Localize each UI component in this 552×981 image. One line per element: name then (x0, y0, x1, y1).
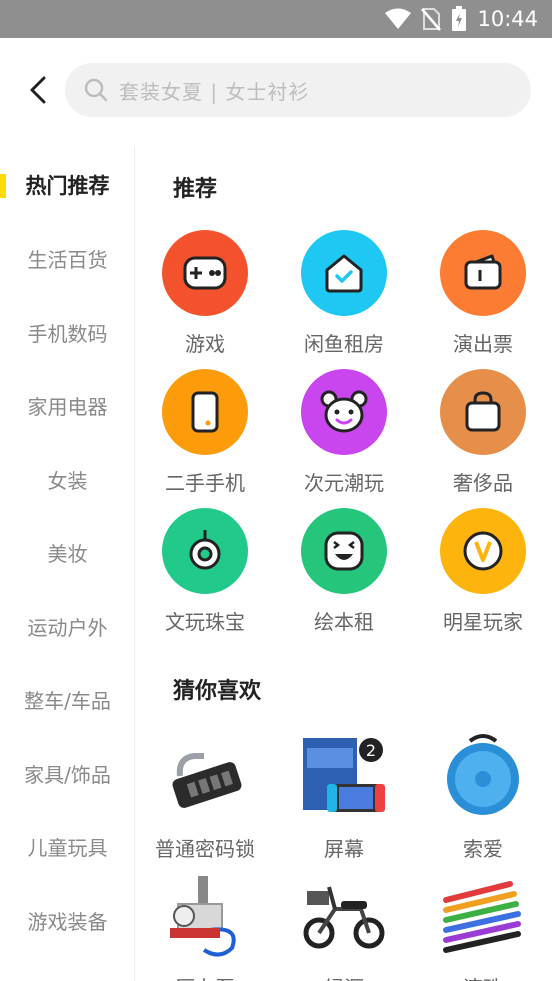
category-label: 闲鱼租房 (304, 332, 384, 356)
search-icon (84, 78, 108, 102)
status-time: 10:44 (477, 7, 538, 31)
search-input[interactable]: 套装女夏 | 女士衬衫 (65, 63, 531, 117)
product-speaker[interactable]: 索爱 (414, 731, 552, 862)
lock-image (160, 731, 250, 821)
status-icons: 10:44 (385, 0, 538, 38)
category-label: 奢侈品 (453, 471, 513, 495)
product-scooter[interactable]: 绿源 (275, 870, 413, 981)
bag-icon (440, 369, 526, 455)
product-label: 绿源 (275, 972, 413, 981)
bear-icon (301, 369, 387, 455)
category-luxury[interactable]: 奢侈品 (414, 369, 552, 496)
gamepad-icon (162, 230, 248, 316)
sidebar-item-makeup[interactable]: 美妆 (0, 532, 135, 572)
category-picture-book[interactable]: 绘本租 (275, 508, 413, 635)
category-label: 二手手机 (165, 471, 245, 495)
category-rent-house[interactable]: 闲鱼租房 (275, 230, 413, 357)
svg-text:2: 2 (366, 741, 376, 760)
product-label: 滚珠 (414, 972, 552, 981)
v-badge-icon (440, 508, 526, 594)
sidebar-item-digital[interactable]: 手机数码 (0, 312, 135, 352)
no-sim-icon (421, 8, 442, 31)
speaker-image (438, 731, 528, 821)
battery-icon (452, 6, 467, 31)
sidebar-item-hot[interactable]: 热门推荐 (0, 165, 135, 205)
scooter-image (299, 870, 389, 960)
sidebar-item-furniture[interactable]: 家具/饰品 (0, 753, 135, 793)
category-star-player[interactable]: 明星玩家 (414, 508, 552, 635)
product-pump[interactable]: 压力泵 (136, 870, 274, 981)
status-bar: 10:44 (0, 0, 552, 38)
product-screen[interactable]: 2 屏幕 (275, 731, 413, 862)
product-beads[interactable]: 滚珠 (414, 870, 552, 981)
category-used-phone[interactable]: 二手手机 (136, 369, 274, 496)
sidebar-item-appliances[interactable]: 家用电器 (0, 385, 135, 425)
category-collectibles[interactable]: 文玩珠宝 (136, 508, 274, 635)
sidebar-item-kids-toys[interactable]: 儿童玩具 (0, 826, 135, 866)
guess-title: 猜你喜欢 (173, 679, 262, 704)
category-show-tickets[interactable]: 演出票 (414, 230, 552, 357)
category-label: 次元潮玩 (304, 471, 384, 495)
ring-icon (162, 508, 248, 594)
product-label: 压力泵 (136, 972, 274, 981)
product-label: 屏幕 (324, 837, 364, 861)
recommend-title: 推荐 (173, 177, 218, 202)
sidebar-item-womens-wear[interactable]: 女装 (0, 459, 135, 499)
wifi-icon (385, 8, 412, 29)
category-trendy-toys[interactable]: 次元潮玩 (275, 369, 413, 496)
phone-icon (162, 369, 248, 455)
smile-icon (301, 508, 387, 594)
header: 套装女夏 | 女士衬衫 (0, 38, 552, 146)
ticket-icon (440, 230, 526, 316)
pump-image (160, 870, 250, 960)
back-arrow-icon[interactable] (22, 72, 58, 108)
sidebar-item-daily-goods[interactable]: 生活百货 (0, 238, 135, 278)
sidebar-item-vehicles[interactable]: 整车/车品 (0, 679, 135, 719)
category-label: 游戏 (185, 332, 225, 356)
product-label: 普通密码锁 (155, 837, 255, 861)
bead-bands-image (438, 870, 528, 960)
search-placeholder: 套装女夏 | 女士衬衫 (119, 79, 310, 104)
sidebar-item-sports[interactable]: 运动户外 (0, 606, 135, 646)
category-label: 演出票 (453, 332, 513, 356)
house-icon (301, 230, 387, 316)
main-content: 推荐 游戏 闲鱼租房 演出票 二手手机 次元潮玩 奢侈品 文玩珠宝 绘本租 明星… (136, 146, 552, 981)
console-screen-image: 2 (299, 731, 389, 821)
category-game[interactable]: 游戏 (136, 230, 274, 357)
category-label: 文玩珠宝 (165, 610, 245, 634)
product-lock[interactable]: 普通密码锁 (136, 731, 274, 862)
sidebar-item-game-gear[interactable]: 游戏装备 (0, 900, 135, 940)
category-sidebar: 热门推荐 生活百货 手机数码 家用电器 女装 美妆 运动户外 整车/车品 家具/… (0, 146, 135, 981)
product-label: 索爱 (463, 837, 503, 861)
category-label: 绘本租 (314, 610, 374, 634)
category-label: 明星玩家 (443, 610, 523, 634)
